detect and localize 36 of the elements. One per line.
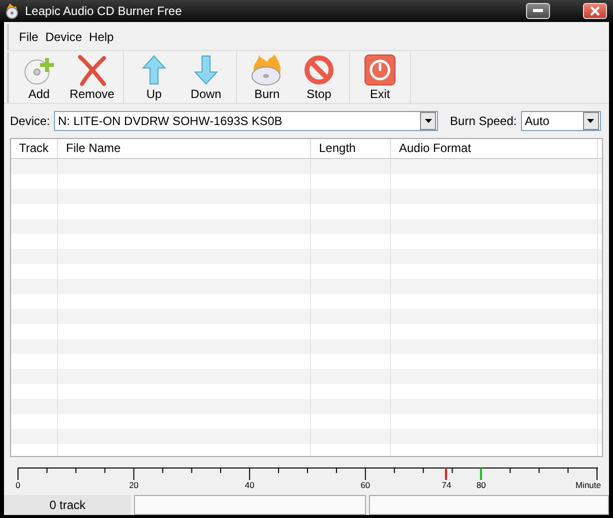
ruler-label: 0	[16, 480, 20, 490]
remove-button[interactable]: Remove	[65, 52, 119, 104]
column-header[interactable]: Track	[11, 139, 58, 158]
up-button[interactable]: Up	[128, 52, 180, 104]
stop-button[interactable]: Stop	[293, 52, 345, 104]
stop-icon	[303, 54, 335, 86]
power-icon	[364, 54, 396, 86]
minimize-icon	[533, 9, 543, 13]
burn-speed-dropdown[interactable]: Auto	[520, 111, 601, 132]
ruler-label: Minute	[575, 480, 601, 490]
track-count: 0 track	[4, 494, 131, 515]
dropdown-arrow-icon	[424, 119, 432, 124]
ruler-label: 60	[360, 480, 370, 490]
minimize-button[interactable]	[526, 3, 550, 19]
close-icon	[590, 6, 600, 16]
add-button[interactable]: Add	[13, 52, 65, 104]
ruler-label: 80	[476, 480, 486, 490]
ruler-label: 40	[244, 480, 254, 490]
window-title: Leapic Audio CD Burner Free	[25, 4, 182, 18]
flame-disc-icon	[4, 3, 20, 19]
device-dropdown[interactable]: N: LITE-ON DVDRW SOHW-1693S KS0B	[54, 111, 438, 132]
menu-item[interactable]: File	[19, 30, 38, 44]
column-header[interactable]: Length	[311, 139, 391, 158]
burn-button[interactable]: Burn	[241, 52, 293, 104]
column-header[interactable]: Audio Format	[391, 139, 598, 158]
device-label: Device:	[10, 114, 50, 128]
menu-item[interactable]: Help	[89, 30, 114, 44]
cross-icon	[76, 54, 108, 86]
down-button[interactable]: Down	[180, 52, 232, 104]
menu-item[interactable]: Device	[45, 30, 82, 44]
burn-speed-label: Burn Speed:	[450, 114, 517, 128]
ruler-label: 20	[129, 480, 139, 490]
close-button[interactable]	[583, 3, 607, 19]
ruler-label: 74	[442, 480, 452, 490]
dropdown-arrow-icon	[587, 119, 594, 124]
column-header[interactable]: File Name	[58, 139, 311, 158]
